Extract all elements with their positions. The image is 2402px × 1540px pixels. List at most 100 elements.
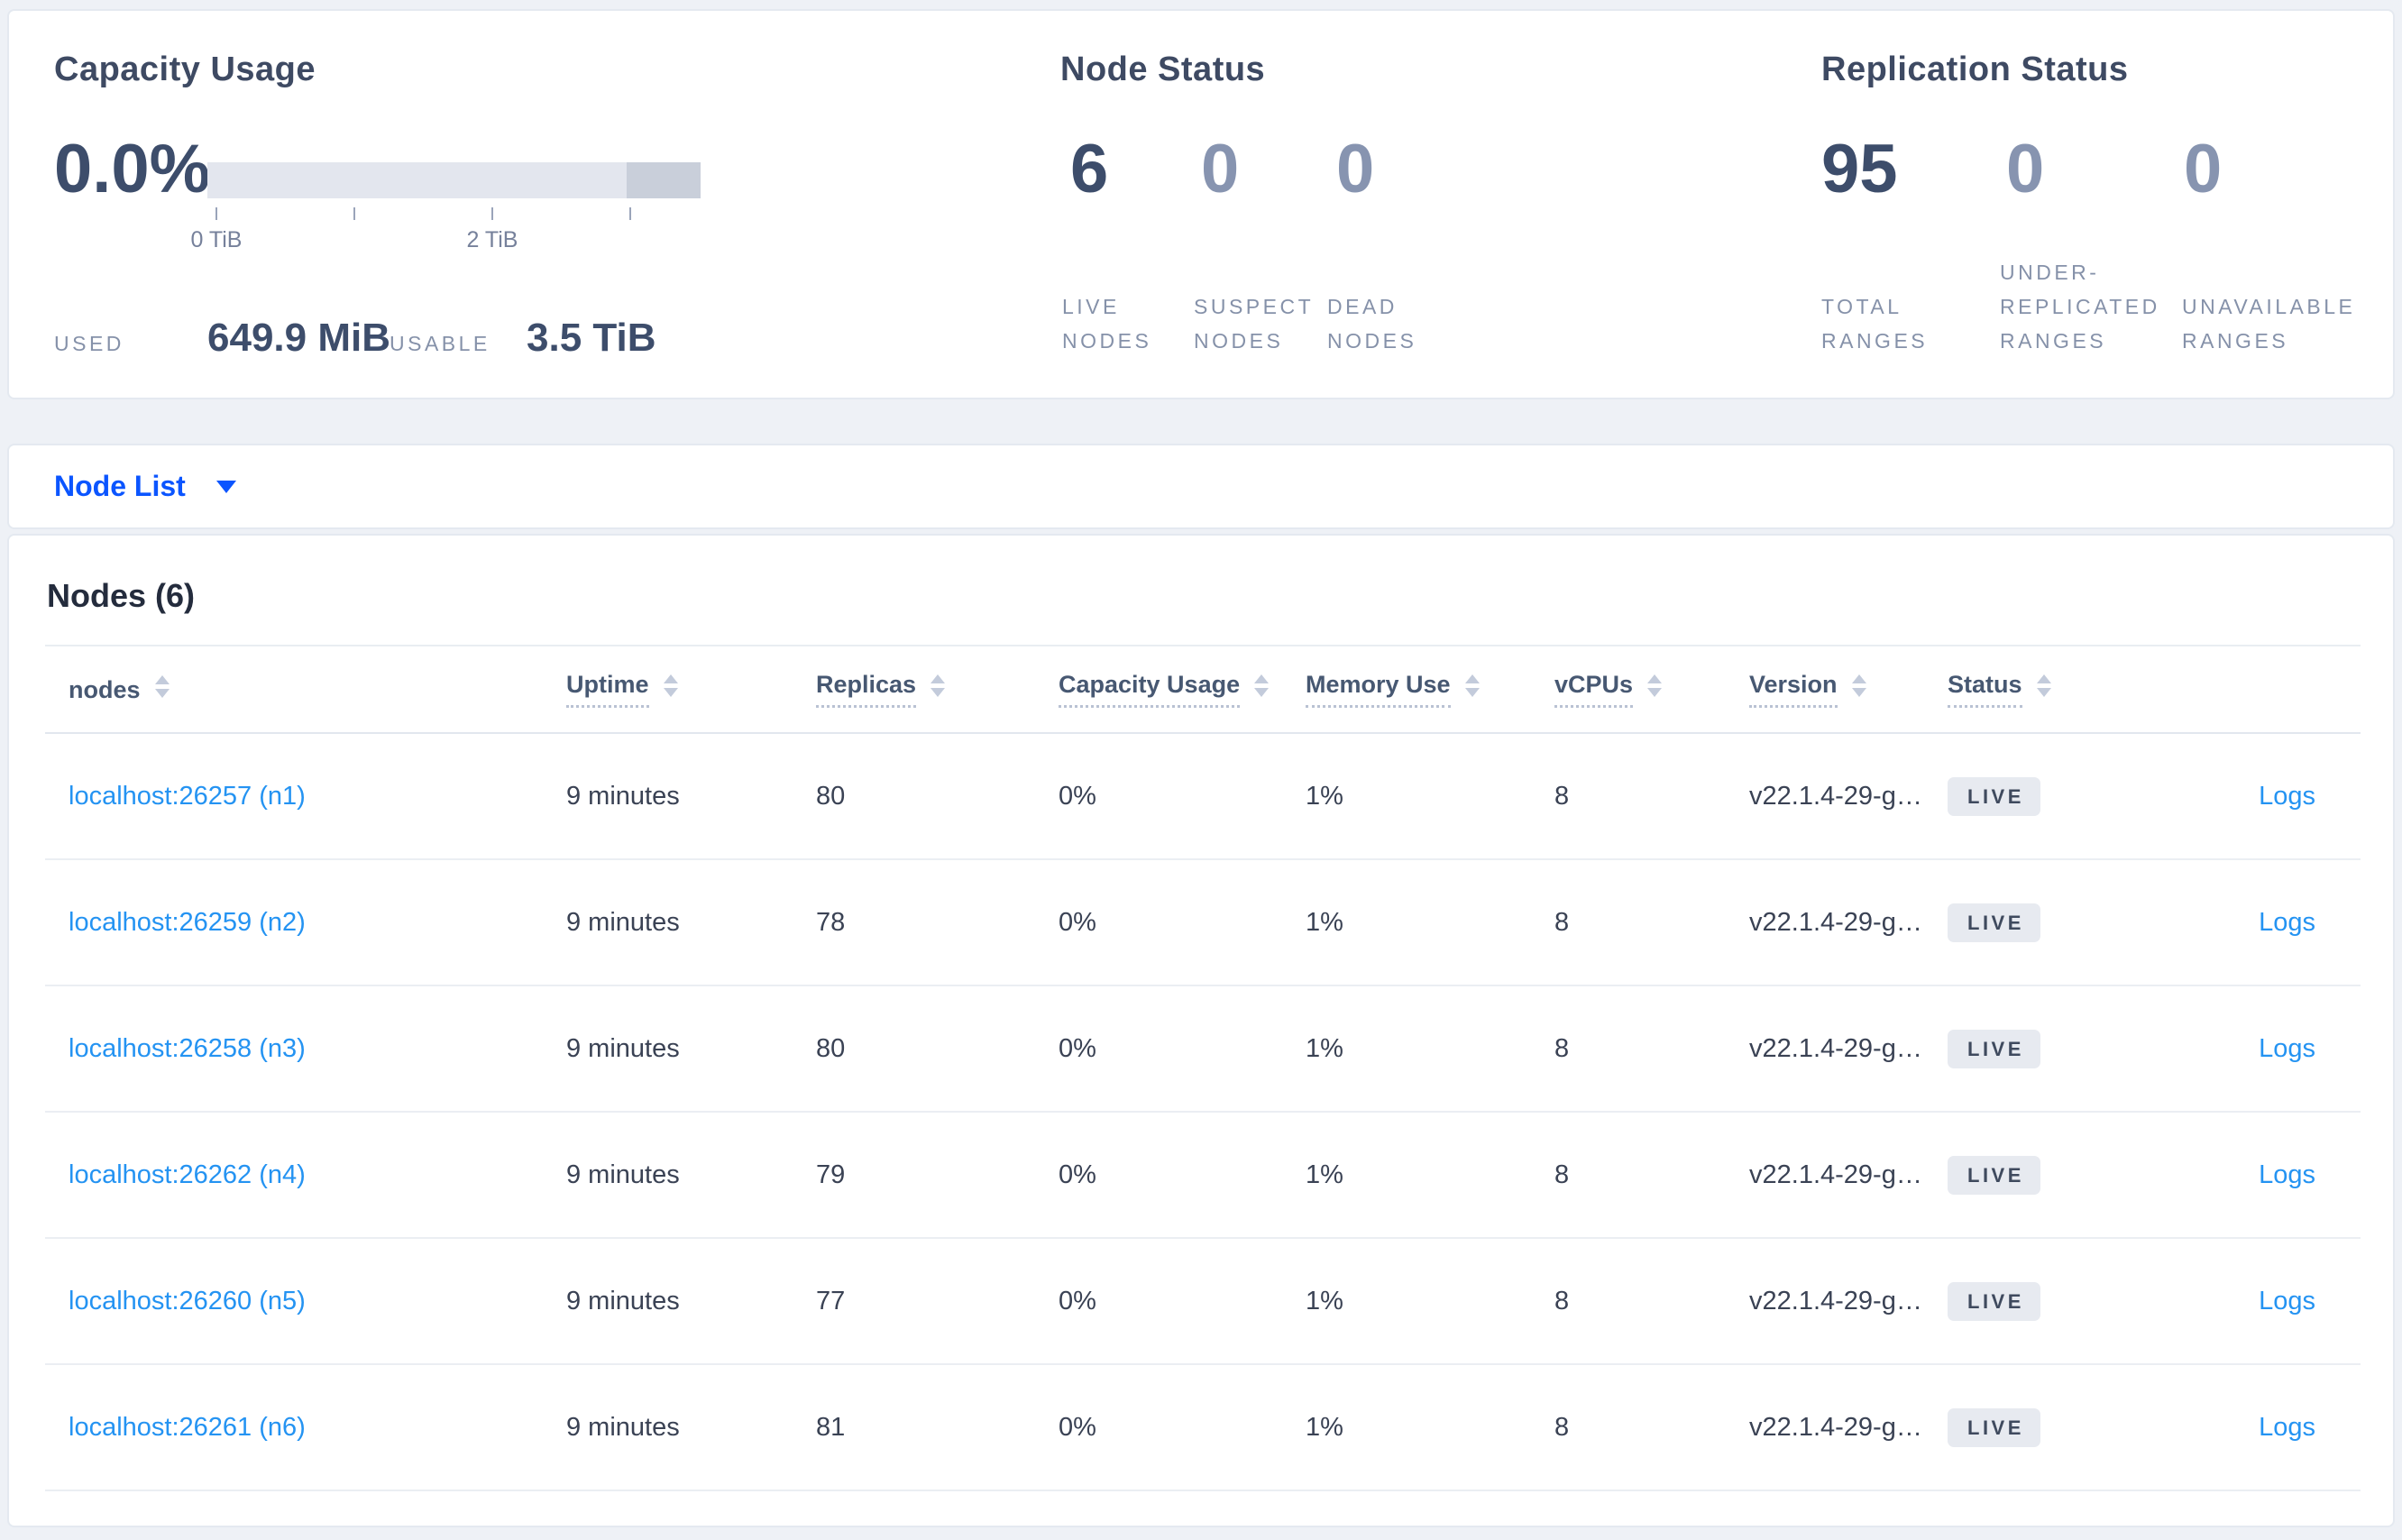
capacity-usage-bar — [207, 162, 701, 198]
axis-tick-label: 0 TiB — [190, 227, 243, 252]
used-label: USED — [54, 332, 124, 355]
replicas-cell: 79 — [816, 1160, 846, 1189]
node-link[interactable]: localhost:26262 (n4) — [69, 1160, 306, 1189]
capacity-usage-title: Capacity Usage — [54, 50, 316, 88]
column-header-replicas[interactable]: Replicas — [816, 671, 1059, 708]
column-header-status[interactable]: Status — [1948, 671, 2155, 708]
node-link[interactable]: localhost:26257 (n1) — [69, 782, 306, 811]
logs-link[interactable]: Logs — [2259, 782, 2315, 811]
capacity-cell: 0% — [1059, 1033, 1096, 1063]
total-ranges-count: 95 — [1821, 131, 1898, 207]
node-link[interactable]: localhost:26258 (n3) — [69, 1034, 306, 1063]
sort-icon — [154, 674, 170, 698]
capacity-cell: 0% — [1059, 1286, 1096, 1315]
view-switcher-dropdown[interactable]: Node List — [7, 444, 2395, 529]
vcpus-cell: 8 — [1554, 1286, 1570, 1315]
caret-down-icon — [215, 480, 236, 493]
capacity-cell: 0% — [1059, 907, 1096, 937]
vcpus-cell: 8 — [1554, 1033, 1570, 1063]
column-header-nodes[interactable]: nodes — [45, 674, 566, 703]
sort-icon — [1851, 674, 1866, 697]
column-header-uptime[interactable]: Uptime — [566, 671, 816, 708]
capacity-other-segment — [627, 162, 701, 198]
vcpus-cell: 8 — [1554, 1412, 1570, 1442]
capacity-cell: 0% — [1059, 1412, 1096, 1442]
total-ranges-label: TOTAL RANGES — [1821, 295, 1929, 353]
status-badge: LIVE — [1948, 903, 2040, 942]
sort-icon — [1254, 674, 1270, 697]
dead-nodes-label: DEAD NODES — [1327, 295, 1417, 353]
uptime-cell: 9 minutes — [566, 907, 680, 937]
status-badge: LIVE — [1948, 1407, 2040, 1447]
replicas-cell: 81 — [816, 1412, 846, 1442]
vcpus-cell: 8 — [1554, 907, 1570, 937]
memory-cell: 1% — [1306, 1160, 1343, 1189]
table-row: localhost:26258 (n3) 9 minutes 80 0% 1% … — [45, 986, 2361, 1113]
memory-cell: 1% — [1306, 1412, 1343, 1442]
nodes-table: nodes Uptime Replicas Capacity Usage Mem… — [45, 645, 2361, 1491]
logs-link[interactable]: Logs — [2259, 1413, 2315, 1442]
uptime-cell: 9 minutes — [566, 1286, 680, 1315]
table-row: localhost:26261 (n6) 9 minutes 81 0% 1% … — [45, 1365, 2361, 1491]
sort-icon — [1647, 674, 1663, 697]
node-link[interactable]: localhost:26259 (n2) — [69, 908, 306, 937]
version-cell: v22.1.4-29-g… — [1749, 907, 1922, 937]
suspect-nodes-count: 0 — [1201, 131, 1240, 207]
column-header-version[interactable]: Version — [1749, 671, 1948, 708]
column-header-capacity-usage[interactable]: Capacity Usage — [1059, 671, 1306, 708]
view-switcher-label: Node List — [54, 470, 186, 502]
vcpus-cell: 8 — [1554, 781, 1570, 811]
memory-cell: 1% — [1306, 1033, 1343, 1063]
version-cell: v22.1.4-29-g… — [1749, 1286, 1922, 1315]
version-cell: v22.1.4-29-g… — [1749, 781, 1922, 811]
version-cell: v22.1.4-29-g… — [1749, 1033, 1922, 1063]
node-status-title: Node Status — [1060, 50, 1266, 88]
under-replicated-count: 0 — [2006, 131, 2045, 207]
table-row: localhost:26259 (n2) 9 minutes 78 0% 1% … — [45, 860, 2361, 986]
replicas-cell: 78 — [816, 907, 846, 937]
logs-link[interactable]: Logs — [2259, 1034, 2315, 1063]
node-link[interactable]: localhost:26261 (n6) — [69, 1413, 306, 1442]
logs-link[interactable]: Logs — [2259, 908, 2315, 937]
vcpus-cell: 8 — [1554, 1160, 1570, 1189]
sort-icon — [931, 674, 946, 697]
node-link[interactable]: localhost:26260 (n5) — [69, 1287, 306, 1315]
usable-value: 3.5 TiB — [527, 316, 656, 360]
used-value: 649.9 MiB — [207, 316, 390, 360]
suspect-nodes-label: SUSPECT NODES — [1194, 295, 1314, 353]
table-row: localhost:26257 (n1) 9 minutes 80 0% 1% … — [45, 734, 2361, 860]
uptime-cell: 9 minutes — [566, 1412, 680, 1442]
uptime-cell: 9 minutes — [566, 1033, 680, 1063]
axis-tick — [353, 207, 355, 220]
table-row: localhost:26260 (n5) 9 minutes 77 0% 1% … — [45, 1239, 2361, 1365]
status-badge: LIVE — [1948, 776, 2040, 816]
column-header-vcpus[interactable]: vCPUs — [1554, 671, 1749, 708]
logs-link[interactable]: Logs — [2259, 1287, 2315, 1315]
sort-icon — [1464, 674, 1480, 697]
memory-cell: 1% — [1306, 781, 1343, 811]
status-badge: LIVE — [1948, 1155, 2040, 1195]
axis-tick — [629, 207, 631, 220]
nodes-heading: Nodes (6) — [47, 577, 196, 614]
nodes-card: Nodes (6) nodes Uptime Replicas Capacity… — [7, 534, 2395, 1527]
cluster-summary-card: Capacity Usage 0.0% 0 TiB 2 TiB USED 649… — [7, 9, 2395, 399]
dead-nodes-count: 0 — [1336, 131, 1375, 207]
sort-icon — [2036, 674, 2051, 697]
uptime-cell: 9 minutes — [566, 781, 680, 811]
version-cell: v22.1.4-29-g… — [1749, 1160, 1922, 1189]
status-badge: LIVE — [1948, 1029, 2040, 1068]
status-badge: LIVE — [1948, 1281, 2040, 1321]
unavailable-label: UNAVAILABLE RANGES — [2182, 295, 2356, 353]
usable-label: USABLE — [390, 332, 490, 355]
axis-tick — [491, 207, 493, 220]
logs-link[interactable]: Logs — [2259, 1160, 2315, 1189]
live-nodes-label: LIVE NODES — [1062, 295, 1152, 353]
column-header-memory-use[interactable]: Memory Use — [1306, 671, 1554, 708]
unavailable-count: 0 — [2184, 131, 2223, 207]
replicas-cell: 77 — [816, 1286, 846, 1315]
axis-tick-label: 2 TiB — [466, 227, 518, 252]
capacity-used-percent: 0.0% — [54, 131, 211, 207]
capacity-cell: 0% — [1059, 781, 1096, 811]
uptime-cell: 9 minutes — [566, 1160, 680, 1189]
memory-cell: 1% — [1306, 907, 1343, 937]
